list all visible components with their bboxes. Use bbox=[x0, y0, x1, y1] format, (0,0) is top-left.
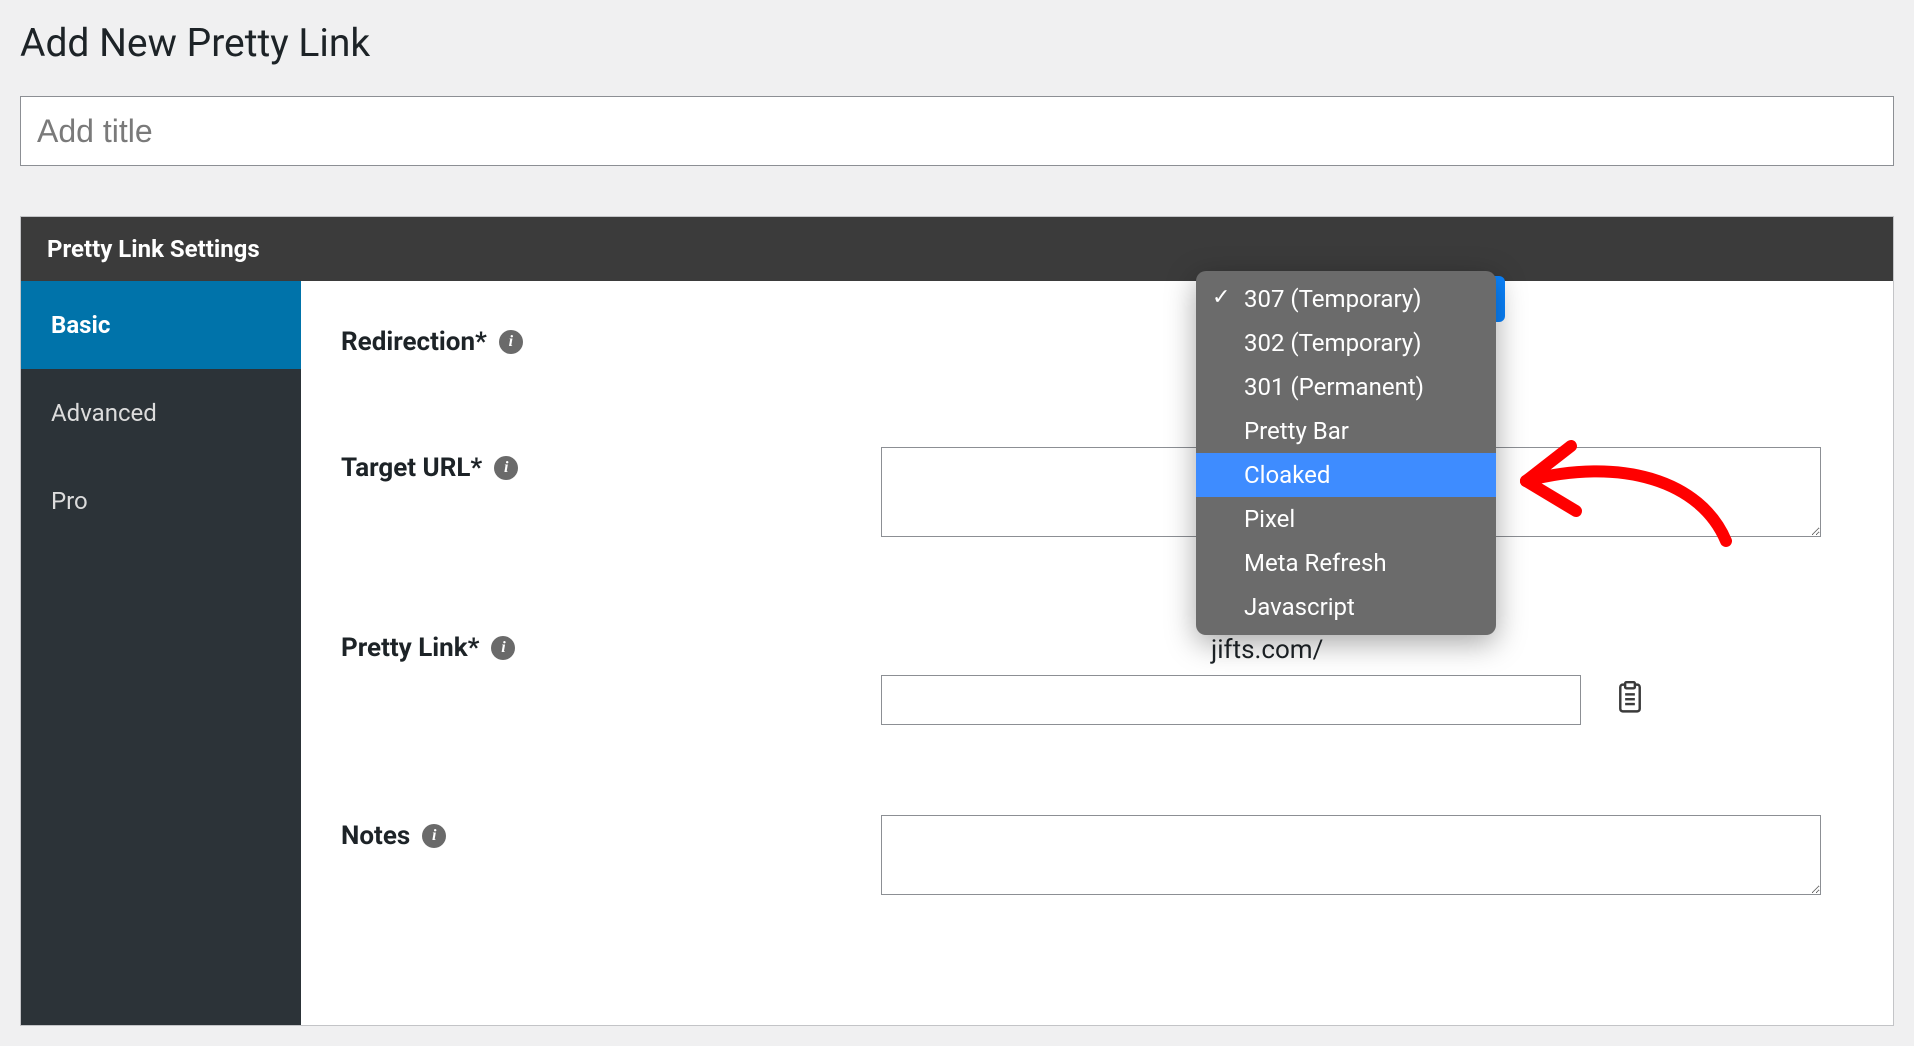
pretty-link-label: Pretty Link* bbox=[341, 633, 479, 663]
dropdown-option-301[interactable]: 301 (Permanent) bbox=[1196, 365, 1496, 409]
pretty-link-control: jifts.com/ bbox=[881, 627, 1853, 725]
row-notes: Notes i bbox=[341, 815, 1853, 895]
pretty-link-slug-input[interactable] bbox=[881, 675, 1581, 725]
info-icon[interactable]: i bbox=[499, 330, 523, 354]
dropdown-option-cloaked[interactable]: Cloaked bbox=[1196, 453, 1496, 497]
panel-body: Basic Advanced Pro Redirection* i bbox=[21, 281, 1893, 1025]
dropdown-option-307[interactable]: 307 (Temporary) bbox=[1196, 277, 1496, 321]
redirection-label-wrap: Redirection* i bbox=[341, 321, 881, 357]
row-pretty-link: Pretty Link* i jifts.com/ bbox=[341, 627, 1853, 725]
notes-label: Notes bbox=[341, 821, 410, 851]
target-url-label: Target URL* bbox=[341, 453, 482, 483]
info-icon[interactable]: i bbox=[422, 824, 446, 848]
page-root: Add New Pretty Link Pretty Link Settings… bbox=[0, 0, 1914, 1046]
dropdown-option-302[interactable]: 302 (Temporary) bbox=[1196, 321, 1496, 365]
notes-label-wrap: Notes i bbox=[341, 815, 881, 851]
row-redirection: Redirection* i bbox=[341, 321, 1853, 357]
tab-advanced[interactable]: Advanced bbox=[21, 369, 301, 457]
dropdown-option-pixel[interactable]: Pixel bbox=[1196, 497, 1496, 541]
info-icon[interactable]: i bbox=[491, 636, 515, 660]
pretty-link-slug-row bbox=[881, 675, 1645, 725]
settings-tabs: Basic Advanced Pro bbox=[21, 281, 301, 1025]
copy-icon[interactable] bbox=[1615, 681, 1645, 719]
dropdown-option-javascript[interactable]: Javascript bbox=[1196, 585, 1496, 629]
dropdown-option-meta-refresh[interactable]: Meta Refresh bbox=[1196, 541, 1496, 585]
tab-basic[interactable]: Basic bbox=[21, 281, 301, 369]
dropdown-option-pretty-bar[interactable]: Pretty Bar bbox=[1196, 409, 1496, 453]
target-url-label-wrap: Target URL* i bbox=[341, 447, 881, 483]
form-area: Redirection* i Target URL* i bbox=[301, 281, 1893, 1025]
title-input[interactable] bbox=[20, 96, 1894, 166]
notes-control bbox=[881, 815, 1853, 895]
info-icon[interactable]: i bbox=[494, 456, 518, 480]
panel-header: Pretty Link Settings bbox=[21, 217, 1893, 281]
notes-input[interactable] bbox=[881, 815, 1821, 895]
page-title: Add New Pretty Link bbox=[20, 20, 1894, 66]
redirection-dropdown[interactable]: 307 (Temporary) 302 (Temporary) 301 (Per… bbox=[1196, 271, 1496, 635]
tab-pro[interactable]: Pro bbox=[21, 457, 301, 545]
settings-panel: Pretty Link Settings Basic Advanced Pro … bbox=[20, 216, 1894, 1026]
row-target-url: Target URL* i bbox=[341, 447, 1853, 537]
pretty-link-label-wrap: Pretty Link* i bbox=[341, 627, 881, 663]
redirection-label: Redirection* bbox=[341, 327, 487, 357]
